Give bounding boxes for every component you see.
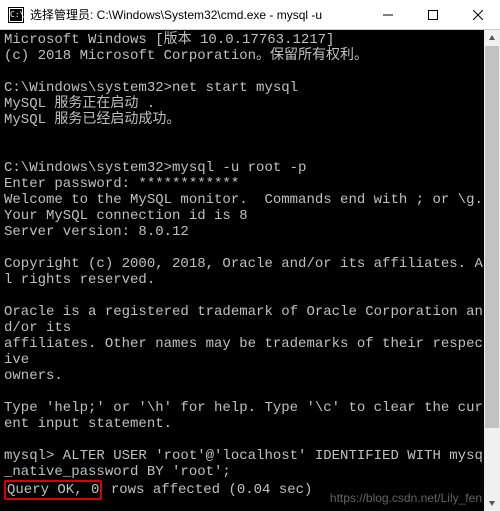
terminal-line: C:\Windows\system32>net start mysql [4,80,496,96]
close-button[interactable] [455,0,500,30]
scrollbar-thumb[interactable] [485,46,499,428]
terminal-output[interactable]: Microsoft Windows [版本 10.0.17763.1217](c… [0,30,500,511]
terminal-line [4,432,496,448]
terminal-line: Type 'help;' or '\h' for help. Type '\c'… [4,400,496,432]
terminal-line [4,144,496,160]
terminal-text: rows affected (0.04 sec) [102,482,312,498]
query-ok-highlight: Query OK, 0 [4,480,102,500]
terminal-line: Copyright (c) 2000, 2018, Oracle and/or … [4,256,496,288]
terminal-line [4,288,496,304]
terminal-line: Oracle is a registered trademark of Orac… [4,304,496,336]
svg-text:C:\: C:\ [10,10,24,19]
terminal-line: Your MySQL connection id is 8 [4,208,496,224]
terminal-line: Enter password: ************ [4,176,496,192]
terminal-line: (c) 2018 Microsoft Corporation。保留所有权利。 [4,48,496,64]
maximize-button[interactable] [410,0,455,30]
scroll-down-button[interactable] [484,495,500,511]
terminal-line: MySQL 服务正在启动 . [4,96,496,112]
scroll-up-button[interactable] [484,30,500,46]
terminal-line: affiliates. Other names may be trademark… [4,336,496,368]
terminal-line: mysql> ALTER USER 'root'@'localhost' IDE… [4,448,496,480]
minimize-button[interactable] [365,0,410,30]
scrollbar-track[interactable] [484,46,500,495]
terminal-line: MySQL 服务已经启动成功。 [4,112,496,128]
window-title: 选择管理员: C:\Windows\System32\cmd.exe - mys… [30,6,365,23]
terminal-line [4,240,496,256]
terminal-line: C:\Windows\system32>mysql -u root -p [4,160,496,176]
terminal-line: owners. [4,368,496,384]
window-titlebar: C:\ 选择管理员: C:\Windows\System32\cmd.exe -… [0,0,500,30]
terminal-line: Server version: 8.0.12 [4,224,496,240]
cmd-icon: C:\ [8,7,24,23]
vertical-scrollbar[interactable] [484,30,500,511]
terminal-line [4,128,496,144]
terminal-line [4,384,496,400]
terminal-line: Welcome to the MySQL monitor. Commands e… [4,192,496,208]
terminal-line: Microsoft Windows [版本 10.0.17763.1217] [4,32,496,48]
terminal-line: Query OK, 0 rows affected (0.04 sec) [4,480,496,500]
terminal-line [4,64,496,80]
